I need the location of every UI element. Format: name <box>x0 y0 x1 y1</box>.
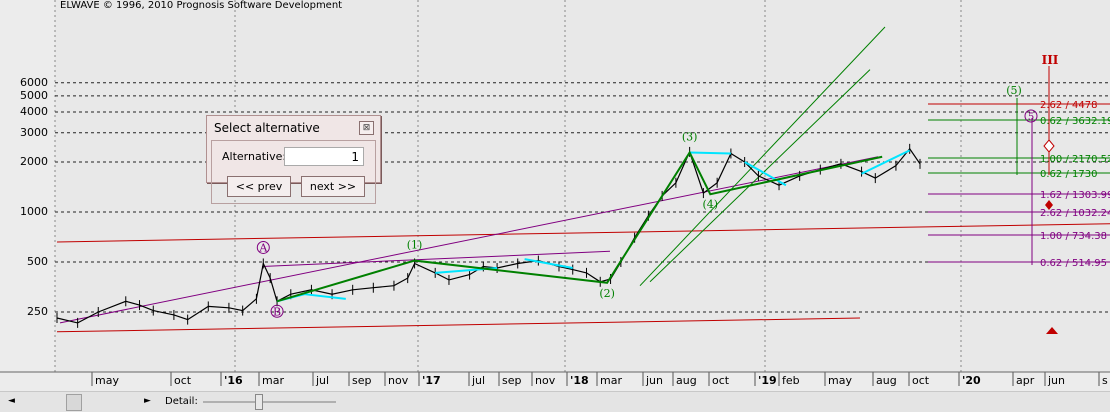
x-tick-label: jul <box>472 374 486 387</box>
x-tick-label: sep <box>502 374 522 387</box>
y-tick-label: 5000 <box>20 88 48 102</box>
alt-wave-segment <box>689 151 731 155</box>
x-tick-label: oct <box>712 374 730 387</box>
wave-mark-5: (5) <box>1006 84 1022 97</box>
fib-level-label: 1.00 / 734.38 <box>1040 231 1107 242</box>
wave-label: B <box>273 305 281 318</box>
y-tick-label: 2000 <box>20 155 48 168</box>
x-tick-label: jun <box>1048 374 1065 387</box>
next-button[interactable]: next >> <box>301 176 365 197</box>
x-tick-label: oct <box>912 374 930 387</box>
x-tick-label: may <box>828 374 852 387</box>
detail-label: Detail: <box>165 396 198 407</box>
prev-button[interactable]: << prev <box>227 176 291 197</box>
scroll-left-icon[interactable]: ◄ <box>8 396 15 406</box>
x-tick-label: '19 <box>758 374 777 387</box>
x-tick-label: nov <box>535 374 556 387</box>
wave-label: A <box>258 241 268 254</box>
wave-label: (1) <box>407 239 423 252</box>
select-alternative-dialog: Select alternative ⊠ Alternative: << pre… <box>206 115 381 204</box>
y-tick-label: 500 <box>27 255 48 268</box>
x-tick-label: jul <box>316 374 330 387</box>
x-tick-label: '16 <box>224 374 243 387</box>
x-tick-label: mar <box>600 374 622 387</box>
wave-mark-5b: 5 <box>1028 112 1034 123</box>
x-tick-label: oct <box>174 374 192 387</box>
wave-label: (3) <box>682 131 698 144</box>
x-tick-label: '17 <box>422 374 441 387</box>
y-tick-label: 6000 <box>20 75 48 89</box>
y-tick-label: 250 <box>27 305 48 318</box>
x-tick-label: sep <box>352 374 372 387</box>
x-tick-label: nov <box>388 374 409 387</box>
bottom-toolbar: ◄ ► Detail: <box>0 391 1110 412</box>
x-tick-label: feb <box>782 374 800 387</box>
y-tick-label: 1000 <box>20 205 48 218</box>
x-tick-label: '18 <box>570 374 589 387</box>
scrollbar-thumb[interactable] <box>66 394 82 411</box>
close-icon[interactable]: ⊠ <box>359 121 374 135</box>
x-tick-label: mar <box>262 374 284 387</box>
detail-slider-track[interactable] <box>203 401 336 403</box>
copyright-text: ELWAVE © 1996, 2010 Prognosis Software D… <box>60 0 343 11</box>
dialog-titlebar[interactable]: Select alternative ⊠ <box>207 116 380 138</box>
alternative-input[interactable] <box>284 147 364 166</box>
fib-level-label: 0.62 / 3632.19 <box>1040 116 1110 127</box>
x-tick-label: aug <box>676 374 697 387</box>
x-tick-label: s <box>1102 374 1108 387</box>
x-tick-label: jun <box>646 374 663 387</box>
scroll-right-icon[interactable]: ► <box>144 396 151 406</box>
detail-slider-thumb[interactable] <box>255 394 263 410</box>
x-tick-label: '20 <box>962 374 981 387</box>
x-tick-label: may <box>95 374 119 387</box>
fib-level-label: 0.62 / 514.95 <box>1040 258 1107 269</box>
chart: (1)(2)(3)(4)AB2.62 / 44780.62 / 3632.191… <box>0 0 1110 386</box>
dialog-title: Select alternative <box>214 121 320 135</box>
wave-mark-III: III <box>1042 53 1059 67</box>
alternative-label: Alternative: <box>222 150 287 163</box>
fib-level-label: 2.62 / 1032.24 <box>1040 208 1110 219</box>
x-tick-label: aug <box>876 374 897 387</box>
y-tick-label: 3000 <box>20 125 48 139</box>
y-tick-label: 4000 <box>20 105 48 118</box>
wave-label: (4) <box>702 198 718 211</box>
fib-level-label: 1.62 / 1303.99 <box>1040 190 1110 201</box>
fib-level-label: 1.00 / 2170.52 <box>1040 154 1110 165</box>
x-tick-label: apr <box>1016 374 1035 387</box>
wave-label: (2) <box>599 287 615 300</box>
